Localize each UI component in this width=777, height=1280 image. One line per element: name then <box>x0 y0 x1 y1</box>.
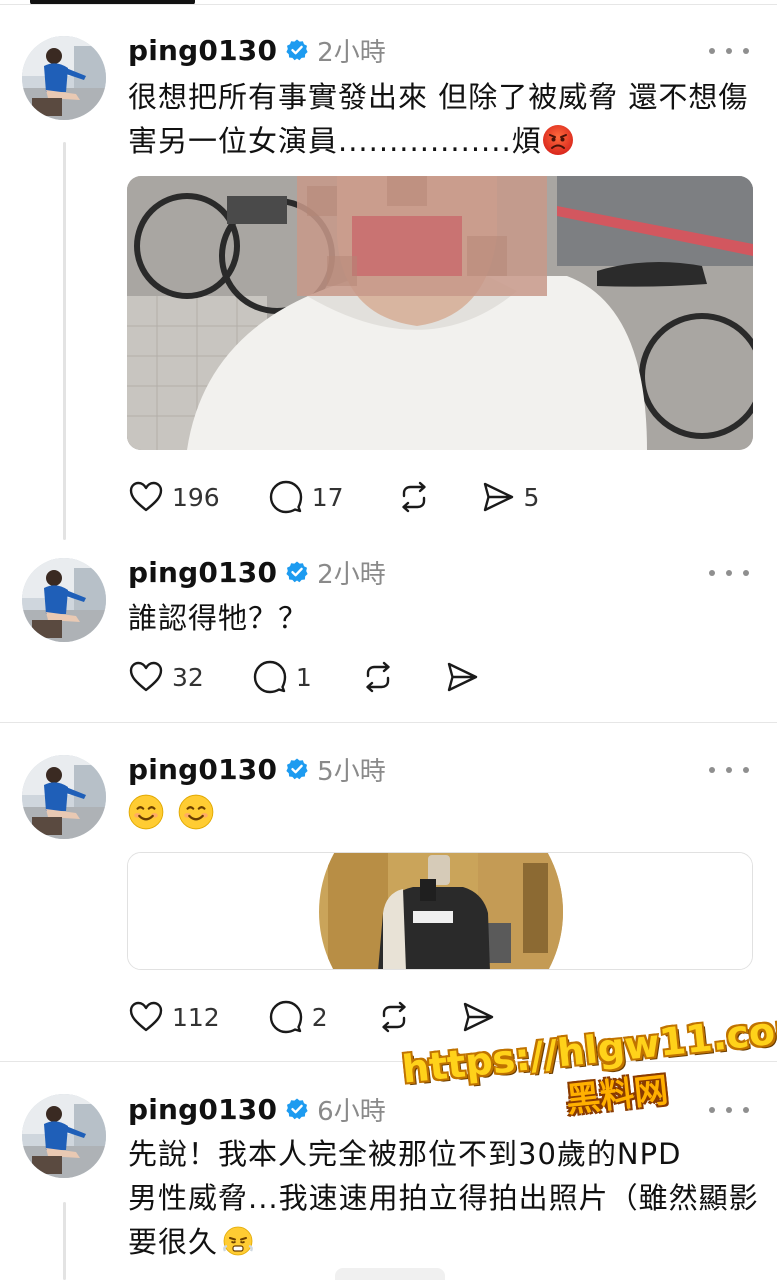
heart-icon <box>129 1001 163 1032</box>
avatar-image <box>22 558 106 642</box>
post-header: ping0130 5小時 <box>128 752 386 787</box>
avatar[interactable] <box>22 36 106 120</box>
like-count: 196 <box>172 482 220 512</box>
more-options-icon[interactable] <box>709 41 749 61</box>
share-button[interactable] <box>444 659 480 695</box>
post-text-line: 誰認得牠？？ <box>128 601 309 635</box>
reply-count: 17 <box>311 482 344 512</box>
reply-count: 2 <box>311 1002 328 1032</box>
username[interactable]: ping0130 <box>128 753 277 786</box>
post-photo[interactable] <box>127 176 753 450</box>
post-actions: 112 2 <box>128 997 496 1037</box>
repost-icon <box>366 661 390 693</box>
post-photo-card[interactable] <box>127 852 753 970</box>
like-button[interactable]: 112 <box>128 999 220 1035</box>
post-time: 2小時 <box>317 37 386 68</box>
heart-icon <box>129 481 163 512</box>
photo-mirror-selfie <box>128 853 752 969</box>
verified-badge-icon <box>286 758 308 780</box>
avatar[interactable] <box>22 558 106 642</box>
post-text-line: 很想把所有事實發出來 但除了被威脅 還不想傷 <box>128 80 749 114</box>
reply-bubble-icon <box>269 1000 302 1034</box>
like-count: 32 <box>172 662 204 692</box>
post-2[interactable]: ping0130 2小時 誰認得牠？？ 32 1 <box>0 540 777 722</box>
reply-bubble-icon <box>269 480 302 514</box>
post-header: ping0130 6小時 <box>128 1092 386 1127</box>
pouting-face-emoji-icon <box>542 125 573 155</box>
post-text-line-2: 男性威脅...我速速用拍立得拍出照片（雖然顯影 <box>128 1181 759 1215</box>
repost-icon <box>401 481 426 513</box>
repost-button[interactable] <box>360 659 396 695</box>
heart-icon <box>129 661 163 692</box>
post-text-line-3: 要很久 <box>128 1220 759 1264</box>
share-button[interactable] <box>460 999 496 1035</box>
thread-line <box>63 1202 66 1280</box>
post-text: 誰認得牠？？ <box>128 596 308 640</box>
smiling-face-emoji-icon <box>178 794 214 830</box>
send-icon <box>447 662 477 692</box>
reply-button[interactable]: 17 <box>268 479 344 515</box>
face-with-steam-emoji-icon <box>223 1226 253 1256</box>
post-time: 6小時 <box>317 1096 386 1127</box>
like-count: 112 <box>172 1002 220 1032</box>
post-header: ping0130 2小時 <box>128 33 386 68</box>
post-text-line-3-text: 要很久 <box>128 1225 219 1259</box>
post-text-line-2-text: 害另一位女演員.................煩 <box>128 124 542 158</box>
post-actions: 32 1 <box>128 657 480 697</box>
avatar-image <box>22 1094 106 1178</box>
send-icon <box>483 482 513 512</box>
avatar[interactable] <box>22 755 106 839</box>
post-text <box>128 793 214 837</box>
verified-badge-icon <box>286 1098 308 1120</box>
avatar-image <box>22 36 106 120</box>
photo-man-white-shirt <box>127 176 753 450</box>
home-indicator <box>335 1268 445 1280</box>
reply-button[interactable]: 1 <box>252 659 312 695</box>
post-text: 很想把所有事實發出來 但除了被威脅 還不想傷 害另一位女演員..........… <box>128 75 748 163</box>
more-options-icon[interactable] <box>709 563 749 583</box>
post-text-line-2: 害另一位女演員.................煩 <box>128 119 748 163</box>
share-button[interactable]: 5 <box>480 479 540 515</box>
reply-button[interactable]: 2 <box>268 999 328 1035</box>
repost-button[interactable] <box>376 999 412 1035</box>
post-1[interactable]: ping0130 2小時 很想把所有事實發出來 但除了被威脅 還不想傷 害另一位… <box>0 0 777 540</box>
post-time: 5小時 <box>317 756 386 787</box>
username[interactable]: ping0130 <box>128 556 277 589</box>
username[interactable]: ping0130 <box>128 34 277 67</box>
avatar[interactable] <box>22 1094 106 1178</box>
thread-line <box>63 142 66 540</box>
reply-bubble-icon <box>253 660 287 694</box>
post-actions: 196 17 5 <box>128 477 539 517</box>
reply-count: 1 <box>295 662 312 692</box>
send-icon <box>463 1002 493 1032</box>
like-button[interactable]: 196 <box>128 479 220 515</box>
verified-badge-icon <box>286 39 308 61</box>
more-options-icon[interactable] <box>709 760 749 780</box>
repost-icon <box>381 1001 406 1033</box>
like-button[interactable]: 32 <box>128 659 204 695</box>
smiling-face-emoji-icon <box>128 794 164 830</box>
verified-badge-icon <box>286 561 308 583</box>
post-time: 2小時 <box>317 559 386 590</box>
share-count: 5 <box>523 482 540 512</box>
avatar-image <box>22 755 106 839</box>
post-header: ping0130 2小時 <box>128 555 386 590</box>
username[interactable]: ping0130 <box>128 1093 277 1126</box>
repost-button[interactable] <box>396 479 432 515</box>
